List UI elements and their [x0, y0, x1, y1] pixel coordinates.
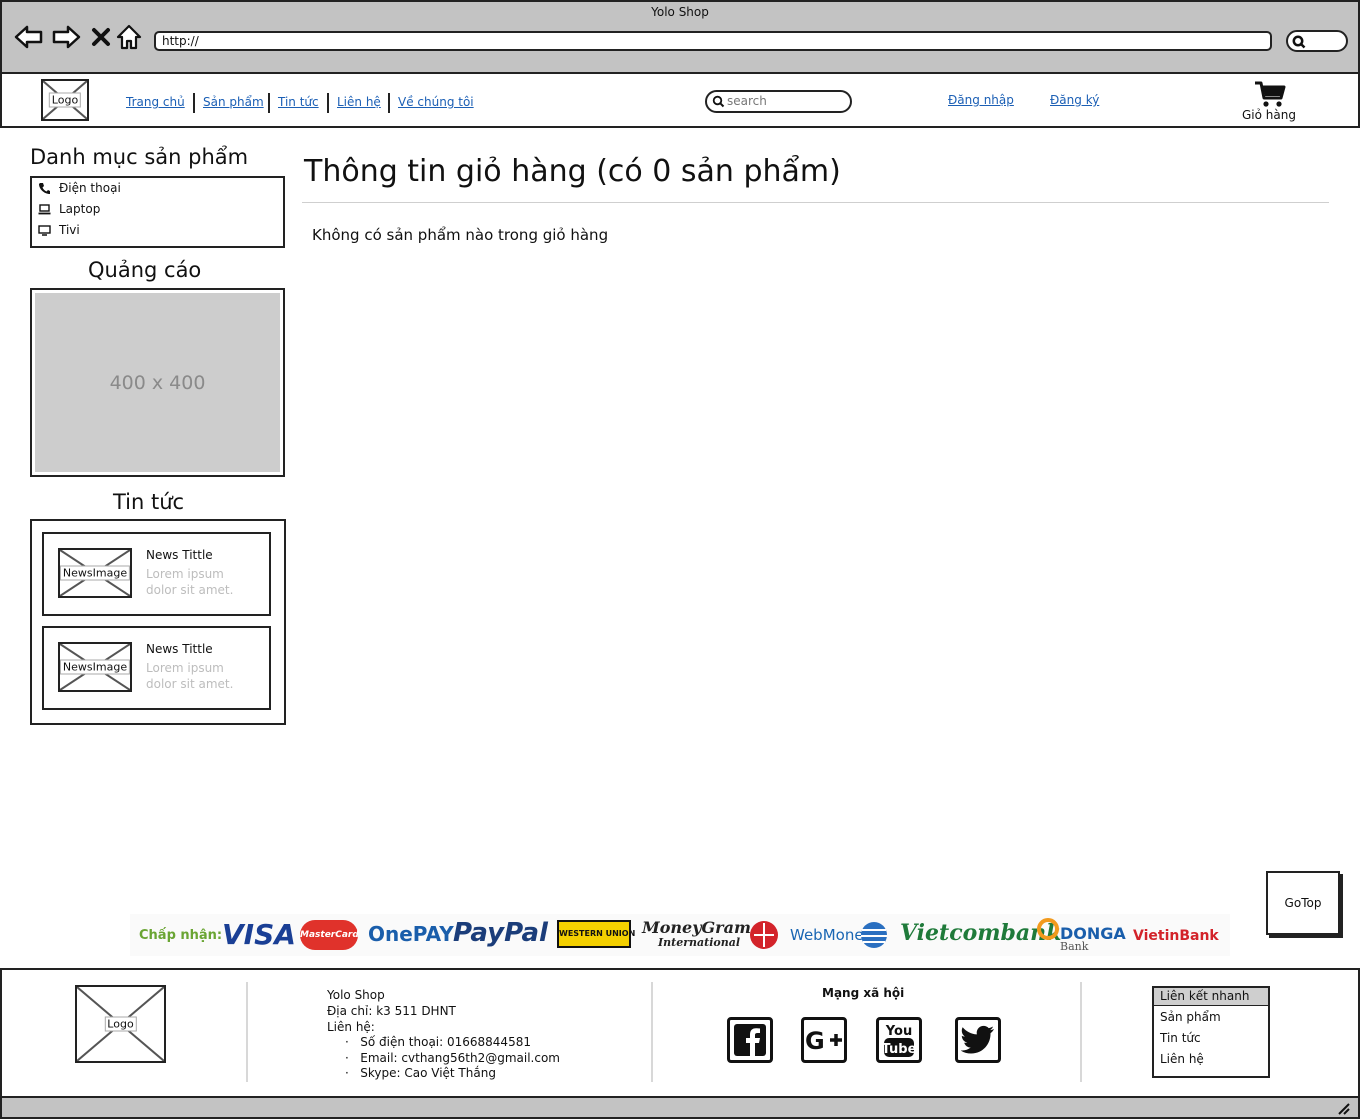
google-plus-icon[interactable]: G [801, 1017, 847, 1063]
western-union-logo: WESTERN UNION [557, 920, 635, 948]
forward-icon[interactable] [51, 22, 81, 52]
footer-email: · Email: cvthang56th2@gmail.com [345, 1051, 560, 1065]
nav-products[interactable]: Sản phẩm [203, 95, 264, 109]
youtube-icon[interactable]: You Tube [876, 1017, 922, 1063]
paypal-logo: PayPal [453, 918, 548, 948]
news-image-label: NewsImage [60, 659, 130, 675]
category-phones[interactable]: Điện thoại [38, 181, 121, 195]
search-placeholder: search [727, 94, 767, 108]
quick-link-news[interactable]: Tin tức [1160, 1031, 1201, 1045]
news-card[interactable]: NewsImage News Tittle Lorem ipsum dolor … [42, 626, 271, 710]
nav-contact[interactable]: Liên hệ [337, 95, 381, 109]
svg-text:G: G [805, 1027, 825, 1055]
search-icon [712, 95, 725, 108]
news-heading: Tin tức [113, 490, 185, 514]
register-link[interactable]: Đăng ký [1050, 93, 1099, 107]
nav-divider [388, 93, 390, 113]
ad-placeholder: 400 x 400 [35, 293, 280, 472]
cart-label[interactable]: Giỏ hàng [1236, 108, 1302, 122]
category-label: Điện thoại [59, 181, 121, 195]
category-label: Laptop [59, 202, 101, 216]
news-title[interactable]: News Tittle [146, 548, 213, 562]
nav-divider [193, 93, 195, 113]
facebook-icon[interactable] [727, 1017, 773, 1063]
payment-methods: Chấp nhận: VISA MasterCard OnePAY PayPal… [130, 914, 1230, 956]
footer-shop-name: Yolo Shop [327, 988, 385, 1002]
donga-sub: Bank [1060, 940, 1089, 953]
moneygram-logo: MoneyGram [642, 918, 751, 937]
tv-icon [38, 224, 51, 236]
news-excerpt: Lorem ipsum dolor sit amet. [146, 567, 234, 597]
visa-logo: VISA [222, 918, 296, 951]
news-title[interactable]: News Tittle [146, 642, 213, 656]
moneygram-globe-icon [750, 921, 778, 949]
category-tv[interactable]: Tivi [38, 223, 80, 237]
nav-news[interactable]: Tin tức [278, 95, 319, 109]
mastercard-logo: MasterCard [300, 920, 359, 950]
status-bar [0, 1096, 1360, 1119]
category-list: Điện thoại Laptop Tivi [30, 176, 285, 248]
logo-label: Logo [104, 1016, 137, 1032]
footer-skype: · Skype: Cao Việt Thắng [345, 1066, 496, 1080]
quick-link-products[interactable]: Sản phẩm [1160, 1010, 1221, 1024]
svg-text:Tube: Tube [882, 1042, 917, 1057]
url-bar[interactable]: http:// [154, 31, 1272, 51]
quick-link-contact[interactable]: Liên hệ [1160, 1052, 1204, 1066]
site-search-input[interactable]: search [705, 90, 852, 113]
news-image: NewsImage [58, 642, 132, 692]
site-logo[interactable]: Logo [41, 79, 89, 121]
footer-divider [651, 982, 653, 1082]
ads-heading: Quảng cáo [88, 258, 202, 282]
footer-divider [1080, 982, 1082, 1082]
onepay-logo: OnePAY [368, 922, 454, 946]
page-title: Thông tin giỏ hàng (có 0 sản phẩm) [304, 154, 841, 189]
search-icon [1292, 35, 1306, 49]
footer-address: Địa chỉ: k3 511 DHNT [327, 1004, 456, 1018]
footer-phone: · Số điện thoại: 01668844581 [345, 1035, 531, 1049]
logo-label: Logo [48, 92, 82, 108]
phone-icon [39, 182, 50, 194]
vietinbank-logo: VietinBank [1133, 928, 1219, 944]
news-card[interactable]: NewsImage News Tittle Lorem ipsum dolor … [42, 532, 271, 616]
footer-contact-label: Liên hệ: [327, 1020, 375, 1034]
close-icon[interactable] [86, 22, 116, 52]
news-excerpt: Lorem ipsum dolor sit amet. [146, 661, 234, 691]
twitter-icon[interactable] [955, 1017, 1001, 1063]
footer-divider [246, 982, 248, 1082]
title-divider [302, 202, 1329, 203]
nav-divider [327, 93, 329, 113]
nav-home[interactable]: Trang chủ [126, 95, 185, 109]
home-icon[interactable] [114, 22, 144, 52]
accept-label: Chấp nhận: [139, 928, 223, 943]
category-laptops[interactable]: Laptop [38, 202, 100, 216]
resize-grip-icon[interactable] [1336, 1101, 1350, 1115]
social-heading: Mạng xã hội [822, 986, 905, 1000]
quick-links-heading: Liên kết nhanh [1154, 988, 1268, 1006]
back-icon[interactable] [14, 22, 44, 52]
footer-logo[interactable]: Logo [75, 985, 166, 1063]
nav-divider [268, 93, 270, 113]
webmoney-globe-icon [861, 922, 887, 948]
categories-heading: Danh mục sản phẩm [30, 145, 249, 169]
nav-about[interactable]: Về chúng tôi [398, 95, 474, 109]
quick-links: Liên kết nhanh Sản phẩm Tin tức Liên hệ [1152, 986, 1270, 1078]
svg-text:You: You [885, 1024, 912, 1039]
ad-banner[interactable]: 400 x 400 [30, 288, 285, 477]
laptop-icon [38, 203, 51, 214]
category-label: Tivi [59, 223, 80, 237]
browser-search-field[interactable] [1286, 30, 1348, 52]
window-title: Yolo Shop [651, 5, 709, 19]
moneygram-sub: International [658, 936, 741, 949]
empty-cart-message: Không có sản phẩm nào trong giỏ hàng [312, 226, 609, 244]
donga-icon [1037, 918, 1059, 940]
gotop-button[interactable]: GoTop [1266, 871, 1340, 935]
news-image: NewsImage [58, 548, 132, 598]
login-link[interactable]: Đăng nhập [948, 93, 1014, 107]
news-image-label: NewsImage [60, 565, 130, 581]
